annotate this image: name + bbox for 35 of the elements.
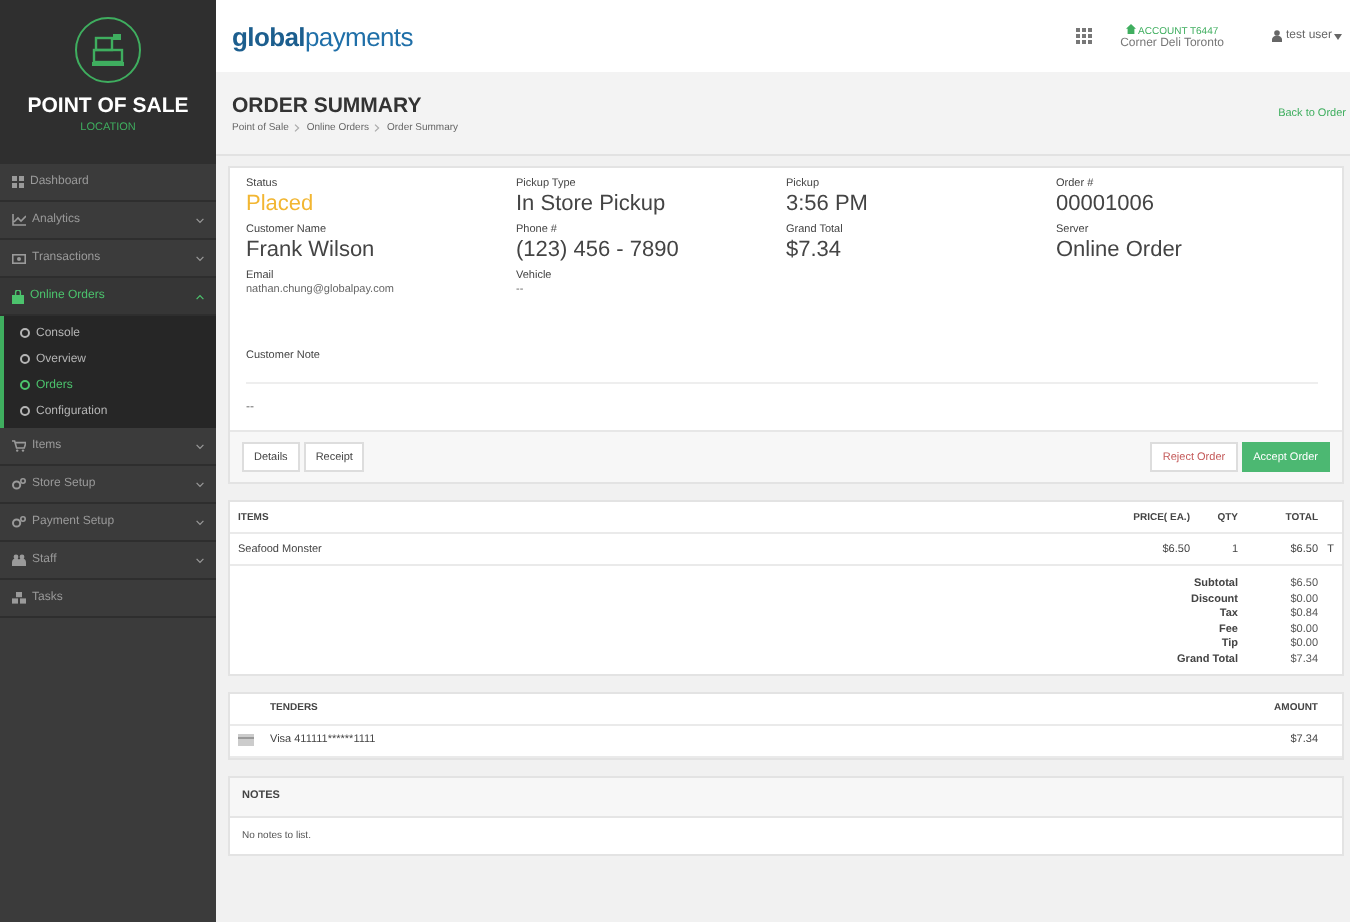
chevron-icon: [196, 293, 204, 299]
field-value: (123) 456 - 7890: [516, 238, 681, 262]
field-value: Placed: [246, 192, 316, 216]
field-value: Frank Wilson: [246, 238, 377, 262]
breadcrumb-separator-icon: [374, 123, 381, 131]
caret-icon: [1334, 33, 1342, 39]
home-icon: [1125, 23, 1136, 33]
breadcrumb-separator-icon: [294, 123, 301, 131]
credit-card-icon: [238, 734, 254, 746]
people-icon: [12, 554, 26, 566]
gears-icon: [12, 478, 26, 490]
grid-icon: [12, 176, 24, 188]
bag-icon: [12, 289, 24, 303]
cart-icon: [12, 440, 26, 452]
gears-icon: [12, 516, 26, 528]
cash-register-logo: [74, 16, 142, 84]
chevron-icon: [196, 255, 204, 261]
chevron-icon: [196, 481, 204, 487]
line-chart-icon: [12, 214, 26, 226]
field-value: In Store Pickup: [516, 192, 668, 216]
chevron-icon: [196, 443, 204, 449]
page-title: ORDER SUMMARY: [232, 93, 424, 117]
apps-grid-icon[interactable]: [1076, 28, 1093, 44]
banknote-icon: [12, 253, 26, 263]
chevron-icon: [196, 217, 204, 223]
app-title: POINT OF SALE: [27, 94, 189, 118]
user-icon: [1271, 30, 1282, 42]
field-value: Online Order: [1056, 238, 1184, 262]
field-value: $7.34: [786, 238, 844, 262]
company-logo: globalpayments: [232, 21, 415, 51]
field-value: 3:56 PM: [786, 192, 870, 216]
chevron-icon: [196, 557, 204, 563]
cubes-icon: [12, 592, 26, 604]
field-value: 00001006: [1056, 192, 1156, 216]
chevron-icon: [196, 519, 204, 525]
